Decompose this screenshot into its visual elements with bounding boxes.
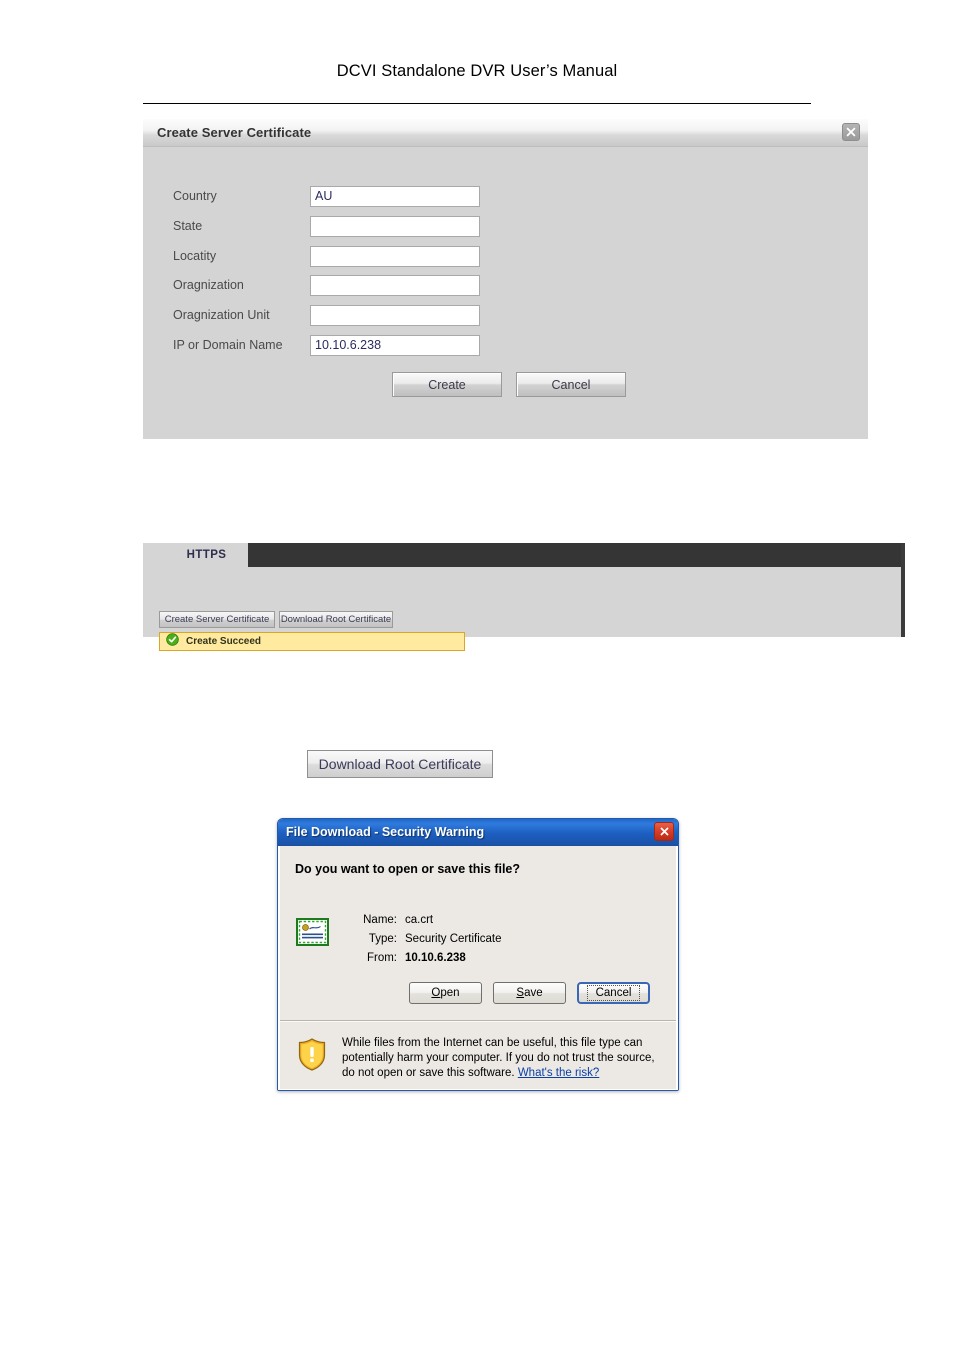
file-detail-name-value: ca.crt (405, 914, 434, 926)
field-label-locatity: Locatity (173, 249, 217, 263)
dialog-button-bar: Open Save Cancel (409, 982, 650, 1004)
file-detail-name: Name: ca.crt (355, 914, 502, 926)
dialog-titlebar: File Download - Security Warning (278, 819, 678, 846)
file-detail-type-label: Type: (368, 933, 397, 945)
form-row-oragnization: Oragnization (143, 274, 868, 296)
create-server-certificate-button[interactable]: Create Server Certificate (159, 611, 275, 628)
save-button-label-rest: ave (524, 987, 543, 999)
tab-strip-background (248, 543, 901, 567)
status-text: Create Succeed (186, 636, 262, 647)
dialog-body: Country State Locatity Oragnization Orag… (143, 147, 868, 439)
save-accel: S (516, 987, 525, 999)
file-detail-from: From: 10.10.6.238 (355, 952, 502, 964)
dialog-body: Do you want to open or save this file? N… (278, 846, 678, 1090)
warning-text: While files from the Internet can be use… (342, 1037, 655, 1079)
field-label-oragnization: Oragnization (173, 278, 244, 292)
whats-the-risk-link[interactable]: What's the risk? (518, 1067, 599, 1079)
open-button-label-rest: pen (440, 987, 460, 999)
create-button[interactable]: Create (392, 372, 502, 397)
security-certificate-icon (296, 918, 329, 946)
download-root-certificate-button[interactable]: Download Root Certificate (279, 611, 393, 628)
warning-shield-icon (297, 1038, 327, 1071)
file-detail-from-label: From: (366, 952, 397, 964)
page-title: DCVI Standalone DVR User’s Manual (336, 62, 618, 80)
dialog-button-bar: Create Cancel (392, 372, 626, 397)
dialog-title: File Download - Security Warning (286, 825, 485, 839)
success-check-icon (166, 632, 179, 651)
country-input[interactable] (310, 185, 480, 207)
status-badge: Create Succeed (159, 632, 465, 651)
file-detail-type-value: Security Certificate (405, 933, 502, 945)
open-button[interactable]: Open (409, 982, 482, 1004)
section-divider (280, 1020, 676, 1022)
form-row-state: State (143, 215, 868, 237)
dialog-title: Create Server Certificate (157, 125, 312, 140)
field-label-state: State (173, 219, 203, 233)
dialog-titlebar: Create Server Certificate (143, 119, 868, 147)
oragnization-input[interactable] (310, 274, 480, 296)
state-input[interactable] (310, 215, 480, 237)
field-label-oragnization-unit: Oragnization Unit (173, 308, 270, 322)
close-icon[interactable] (842, 123, 860, 141)
file-detail-from-value: 10.10.6.238 (405, 952, 466, 964)
form-row-locatity: Locatity (143, 245, 868, 267)
field-label-ip-or-domain-name: IP or Domain Name (173, 338, 283, 352)
file-details: Name: ca.crt Type: Security Certificate … (355, 914, 502, 971)
tab-https[interactable]: HTTPS (165, 543, 248, 567)
oragnization-unit-input[interactable] (310, 304, 480, 326)
file-detail-name-label: Name: (363, 914, 397, 926)
file-detail-type: Type: Security Certificate (355, 933, 502, 945)
field-label-country: Country (173, 189, 217, 203)
warning-text-block: While files from the Internet can be use… (342, 1036, 657, 1081)
dialog-question: Do you want to open or save this file? (295, 862, 521, 876)
locatity-input[interactable] (310, 245, 480, 267)
cancel-button[interactable]: Cancel (516, 372, 626, 397)
form-row-ip-or-domain-name: IP or Domain Name (143, 334, 868, 356)
cancel-button-label: Cancel (586, 985, 641, 1001)
form-row-country: Country (143, 185, 868, 207)
https-panel: HTTPS Create Server Certificate Download… (143, 543, 905, 651)
form-row-oragnization-unit: Oragnization Unit (143, 304, 868, 326)
cancel-button[interactable]: Cancel (577, 982, 650, 1004)
create-server-certificate-dialog: Create Server Certificate Country State … (143, 119, 868, 439)
file-download-security-warning-dialog: File Download - Security Warning Do you … (277, 818, 679, 1091)
save-button[interactable]: Save (493, 982, 566, 1004)
ip-or-domain-name-input[interactable] (310, 334, 480, 356)
download-root-certificate-button-standalone[interactable]: Download Root Certificate (307, 750, 493, 778)
tab-strip: HTTPS (143, 543, 901, 567)
close-icon[interactable] (654, 822, 674, 841)
header-divider (143, 103, 811, 104)
